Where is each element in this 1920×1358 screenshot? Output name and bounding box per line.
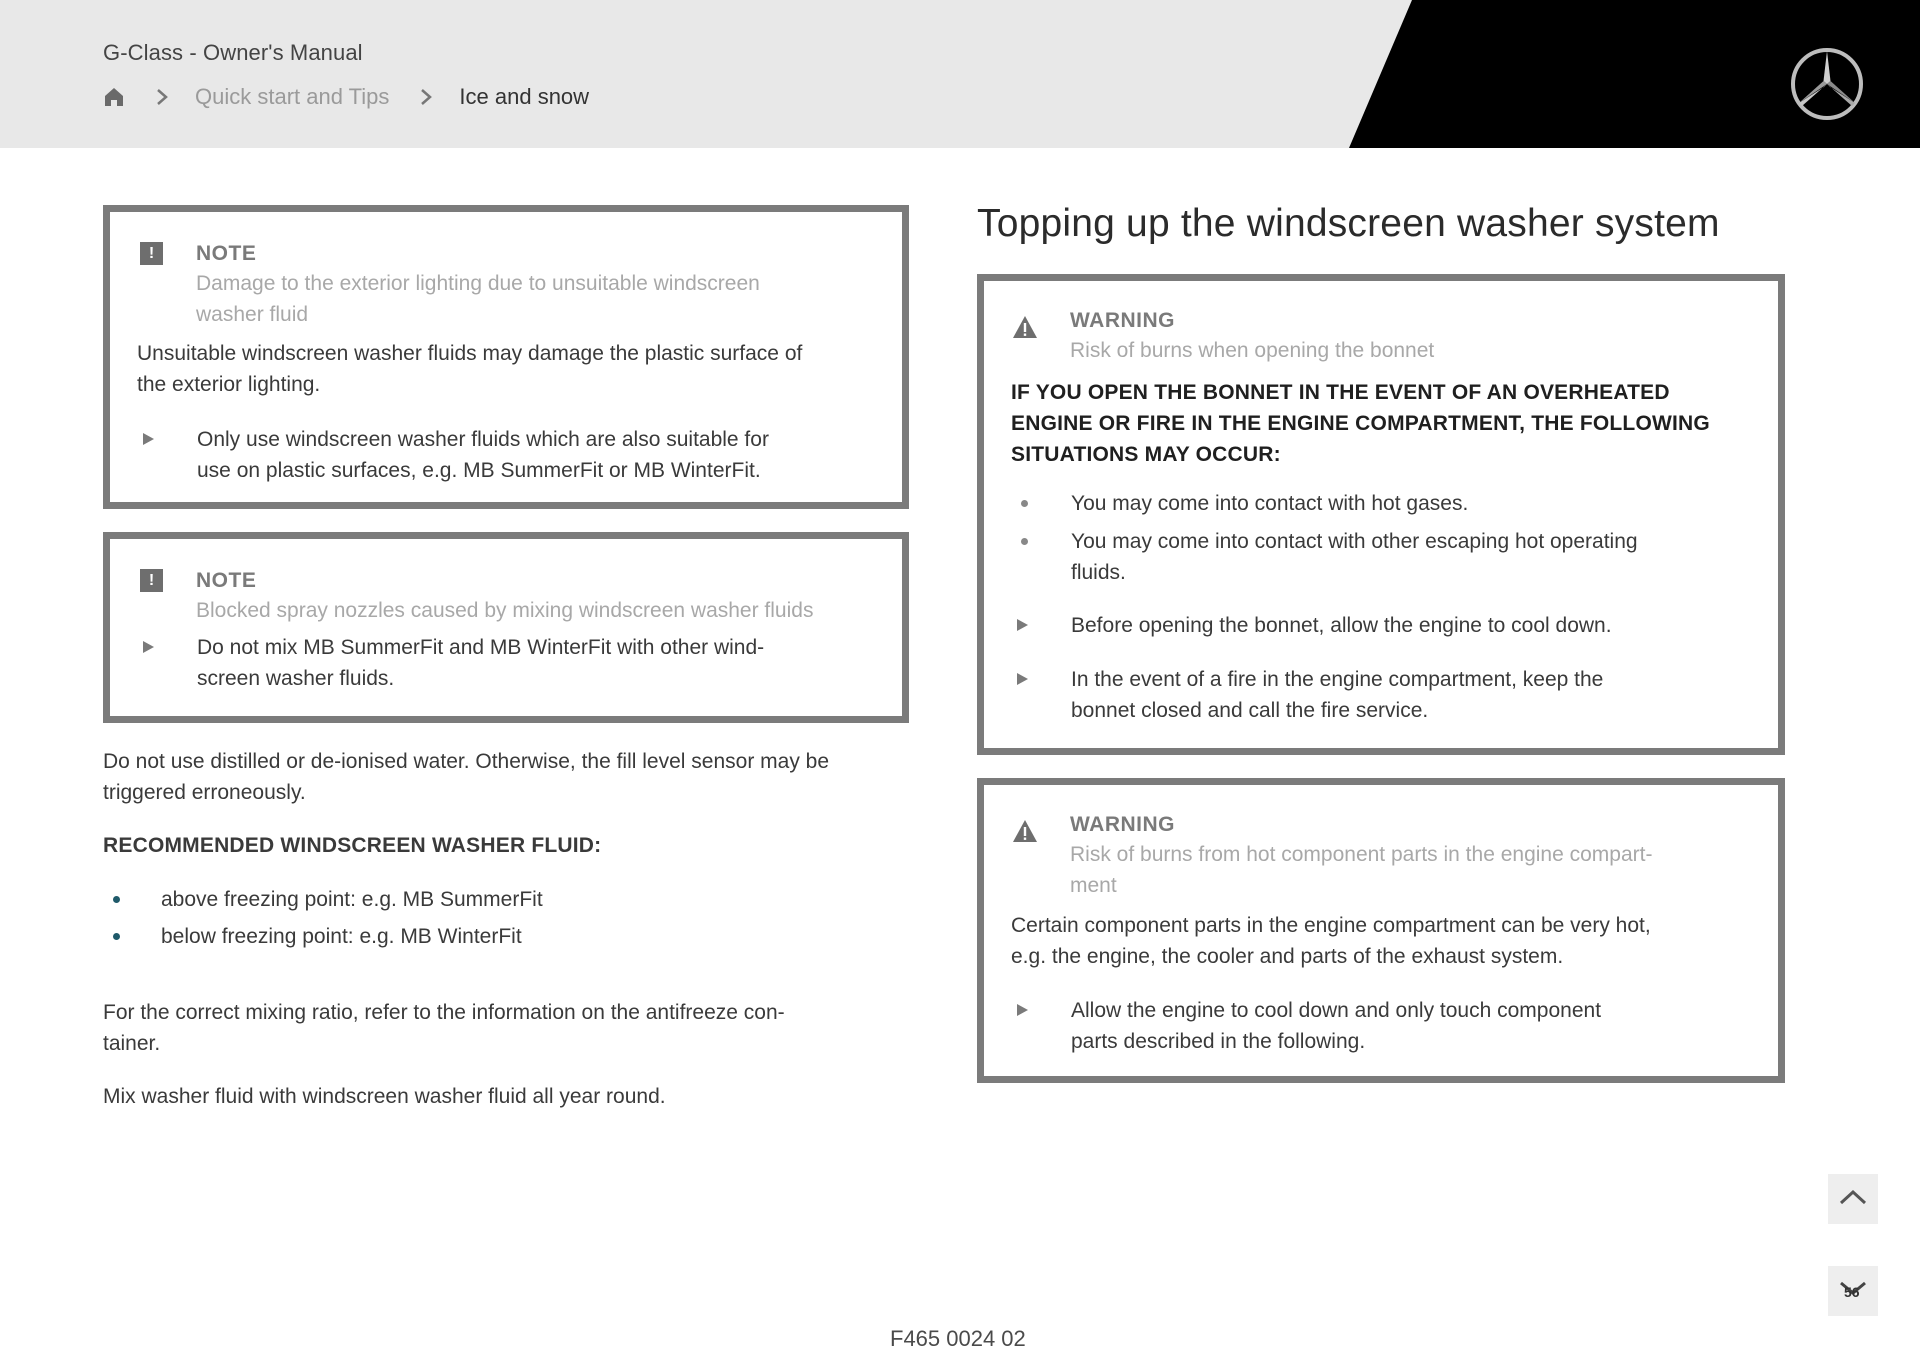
warning-action: Before opening the bonnet, allow the eng… xyxy=(1011,610,1612,641)
page-number: 56 xyxy=(1844,1284,1860,1300)
action-line: bonnet closed and call the fire service. xyxy=(1071,699,1429,722)
note-exclamation-icon: ! xyxy=(140,242,163,265)
paragraph-distilled-water: Do not use distilled or de-ionised water… xyxy=(103,746,829,808)
note-box-spray-nozzles: ! NOTE Blocked spray nozzles caused by m… xyxy=(103,532,909,723)
warning-bullet: You may come into contact with other esc… xyxy=(1011,526,1638,588)
warning-bullet: You may come into contact with hot gases… xyxy=(1011,488,1468,519)
header-black-panel xyxy=(1349,0,1920,148)
note-subtitle: Blocked spray nozzles caused by mixing w… xyxy=(196,599,814,622)
caps-line: IF YOU OPEN THE BONNET IN THE EVENT OF A… xyxy=(1011,381,1670,404)
chevron-right-icon xyxy=(155,87,169,107)
action-triangle-icon xyxy=(143,641,154,653)
recommended-item-text: below freezing point: e.g. MB WinterFit xyxy=(161,925,522,948)
warning-subtitle-line: ment xyxy=(1070,874,1117,897)
warning-caps-text: IF YOU OPEN THE BONNET IN THE EVENT OF A… xyxy=(1011,377,1710,470)
paragraph-line: Do not use distilled or de-ionised water… xyxy=(103,750,830,773)
recommended-item: below freezing point: e.g. MB WinterFit xyxy=(103,921,522,952)
bullet-icon xyxy=(1021,538,1028,545)
image-code: F465 0024 02 xyxy=(890,1326,1026,1351)
note-box-exterior-lighting: ! NOTE Damage to the exterior lighting d… xyxy=(103,205,909,509)
scroll-down-button[interactable]: 56 xyxy=(1828,1266,1878,1316)
warning-box-opening-bonnet: WARNING Risk of burns when opening the b… xyxy=(977,274,1785,755)
breadcrumb-quick-start[interactable]: Quick start and Tips xyxy=(195,84,389,110)
action-triangle-icon xyxy=(1017,619,1028,631)
warning-body: Certain component parts in the engine co… xyxy=(1011,910,1651,972)
paragraph-line: tainer. xyxy=(103,1032,161,1055)
action-line: Allow the engine to cool down and only t… xyxy=(1071,999,1602,1022)
warning-triangle-icon xyxy=(1012,315,1038,339)
action-line: Do not mix MB SummerFit and MB WinterFit… xyxy=(197,636,765,659)
warning-subtitle: Risk of burns from hot component parts i… xyxy=(1070,839,1652,901)
chevron-right-icon xyxy=(419,87,433,107)
breadcrumb: Quick start and Tips Ice and snow xyxy=(103,82,589,112)
action-line: parts described in the following. xyxy=(1071,1030,1366,1053)
caps-line: SITUATIONS MAY OCCUR: xyxy=(1011,443,1281,466)
mercedes-star-logo xyxy=(1789,46,1865,122)
paragraph-mix-all-year: Mix washer fluid with windscreen washer … xyxy=(103,1085,666,1108)
bullet-icon xyxy=(1021,500,1028,507)
warning-action: In the event of a fire in the engine com… xyxy=(1011,664,1603,726)
recommended-item: above freezing point: e.g. MB SummerFit xyxy=(103,884,543,915)
warning-label: WARNING xyxy=(1070,813,1175,836)
note-action: Only use windscreen washer fluids which … xyxy=(137,424,769,486)
warning-box-hot-components: WARNING Risk of burns from hot component… xyxy=(977,778,1785,1083)
paragraph-mixing-ratio: For the correct mixing ratio, refer to t… xyxy=(103,997,785,1059)
warning-body-line: Certain component parts in the engine co… xyxy=(1011,914,1651,937)
note-body: Unsuitable windscreen washer fluids may … xyxy=(137,338,802,400)
action-triangle-icon xyxy=(143,433,154,445)
note-body-line: the exterior lighting. xyxy=(137,373,321,396)
home-icon[interactable] xyxy=(103,86,125,108)
bullet-text: You may come into contact with other esc… xyxy=(1071,530,1638,553)
note-body-line: Unsuitable windscreen washer fluids may … xyxy=(137,342,803,365)
section-heading: Topping up the windscreen washer system xyxy=(977,202,1720,245)
note-subtitle-line: washer fluid xyxy=(196,303,309,326)
action-line: use on plastic surfaces, e.g. MB SummerF… xyxy=(197,459,761,482)
note-action: Do not mix MB SummerFit and MB WinterFit… xyxy=(137,632,764,694)
caps-line: ENGINE OR FIRE IN THE ENGINE COMPARTMENT… xyxy=(1011,412,1710,435)
bullet-icon xyxy=(113,933,120,940)
action-line: Before opening the bonnet, allow the eng… xyxy=(1071,614,1612,637)
note-exclamation-icon: ! xyxy=(140,569,163,592)
action-line: Only use windscreen washer fluids which … xyxy=(197,428,769,451)
chevron-up-icon xyxy=(1838,1188,1868,1211)
bullet-text: You may come into contact with hot gases… xyxy=(1071,492,1469,515)
recommended-heading: RECOMMENDED WINDSCREEN WASHER FLUID: xyxy=(103,834,602,857)
paragraph-line: For the correct mixing ratio, refer to t… xyxy=(103,1001,785,1024)
bullet-text: fluids. xyxy=(1071,561,1126,584)
paragraph-line: triggered erroneously. xyxy=(103,781,306,804)
note-label: NOTE xyxy=(196,242,257,265)
action-triangle-icon xyxy=(1017,1004,1028,1016)
warning-subtitle-line: Risk of burns from hot component parts i… xyxy=(1070,843,1653,866)
action-triangle-icon xyxy=(1017,673,1028,685)
manual-title: G-Class - Owner's Manual xyxy=(103,40,363,65)
warning-triangle-icon xyxy=(1012,819,1038,843)
action-line: screen washer fluids. xyxy=(197,667,395,690)
note-subtitle: Damage to the exterior lighting due to u… xyxy=(196,268,760,330)
note-label: NOTE xyxy=(196,569,257,592)
scroll-up-button[interactable] xyxy=(1828,1174,1878,1224)
action-line: In the event of a fire in the engine com… xyxy=(1071,668,1604,691)
warning-body-line: e.g. the engine, the cooler and parts of… xyxy=(1011,945,1564,968)
bullet-icon xyxy=(113,896,120,903)
warning-label: WARNING xyxy=(1070,309,1175,332)
warning-subtitle: Risk of burns when opening the bonnet xyxy=(1070,339,1435,362)
note-subtitle-line: Damage to the exterior lighting due to u… xyxy=(196,272,760,295)
recommended-item-text: above freezing point: e.g. MB SummerFit xyxy=(161,888,543,911)
breadcrumb-current: Ice and snow xyxy=(459,84,590,109)
warning-action: Allow the engine to cool down and only t… xyxy=(1011,995,1601,1057)
page-header: G-Class - Owner's Manual Quick start and… xyxy=(0,0,1920,148)
